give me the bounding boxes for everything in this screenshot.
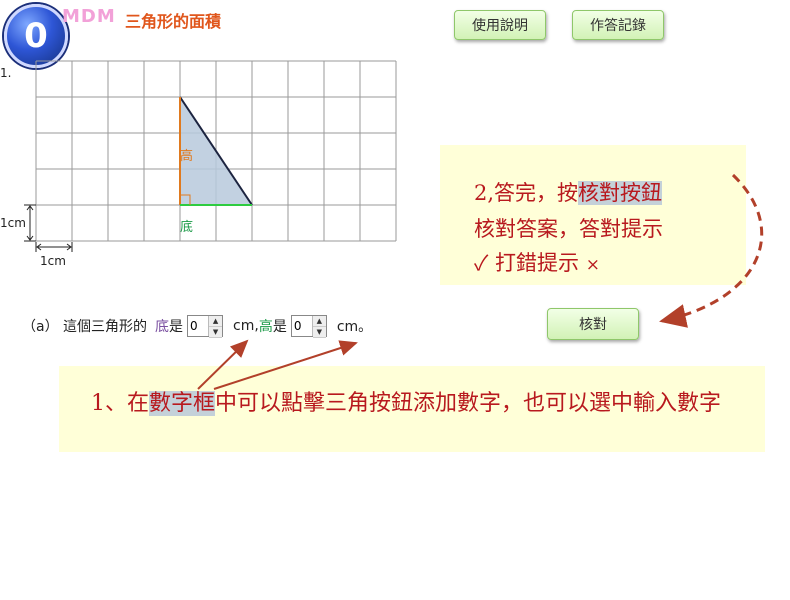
arrow-to-height-input [213,340,358,390]
arrow-to-base-input [197,339,249,390]
annotation-arrows [197,173,764,390]
arrow-to-check-button [659,173,764,328]
